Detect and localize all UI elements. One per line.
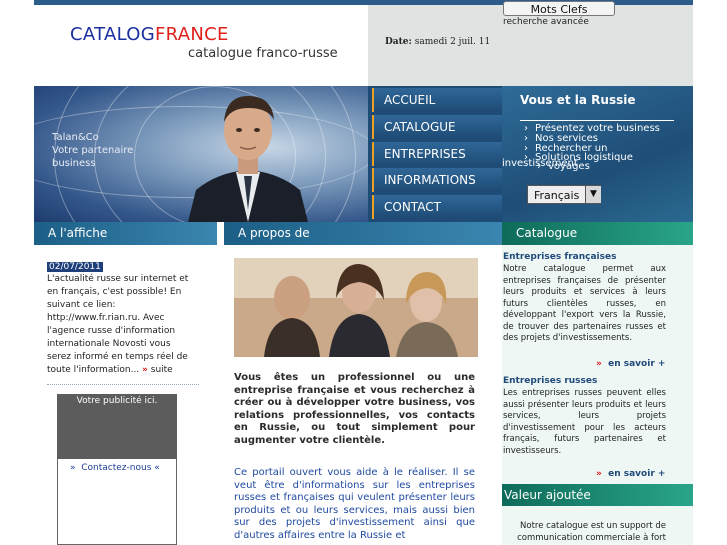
partner-text: Talan&Co Votre partenaire business — [52, 131, 133, 170]
catalogue-ru-more[interactable]: » en savoir + — [596, 469, 665, 479]
nav-accueil[interactable]: ACCUEIL — [372, 88, 502, 112]
nav-informations[interactable]: INFORMATIONS — [372, 168, 502, 192]
logo-france-text: FRANCE — [155, 24, 229, 45]
double-arrow-icon: » — [596, 359, 602, 369]
about-portal: Ce portail ouvert vous aide à le réalise… — [234, 467, 475, 541]
russia-divider — [520, 120, 674, 121]
catalogue-fr-text: Notre catalogue permet aux entreprises f… — [503, 264, 666, 343]
date-value: samedi 2 juil. 11 — [414, 37, 491, 47]
businessman-photo — [188, 96, 308, 222]
logo-catalog-text: CATALOG — [70, 24, 155, 45]
catalogue-fr-title[interactable]: Entreprises françaises — [503, 252, 616, 262]
nav-entreprises[interactable]: ENTREPRISES — [372, 142, 502, 166]
current-date: Date: samedi 2 juil. 11 — [385, 37, 490, 47]
section-affiche: A l'affiche — [34, 222, 217, 245]
section-apropos: A propos de — [224, 222, 502, 245]
contact-link[interactable]: Contactez-nous — [81, 463, 151, 473]
valeur-text: Notre catalogue est un support de commun… — [517, 521, 666, 543]
nav-contact[interactable]: CONTACT — [372, 195, 502, 219]
section-catalogue: Catalogue — [502, 222, 693, 245]
catalogue-ru-title[interactable]: Entreprises russes — [503, 376, 597, 386]
news-text: L'actualité russe sur internet et en fra… — [47, 274, 189, 375]
partner-line-1: Talan&Co — [52, 132, 99, 143]
russia-panel-title: Vous et la Russie — [520, 93, 636, 107]
nav-catalogue[interactable]: CATALOGUE — [372, 115, 502, 139]
catalogue-ru-text: Les entreprises russes peuvent elles aus… — [503, 388, 666, 456]
partner-line-3: business — [52, 158, 96, 169]
site-tagline: catalogue franco-russe — [188, 46, 338, 61]
partner-line-2: Votre partenaire — [52, 145, 134, 156]
site-logo[interactable]: CATALOGFRANCE — [70, 24, 229, 45]
contact-arrow-icon: » — [70, 463, 76, 473]
news-more-link[interactable]: suite — [151, 365, 173, 375]
advanced-search-link[interactable]: recherche avancée — [503, 17, 589, 27]
catalogue-ru-more-label[interactable]: en savoir + — [608, 469, 665, 479]
news-date: 02/07/2011 — [47, 262, 103, 272]
catalogue-fr-more-label[interactable]: en savoir + — [608, 359, 665, 369]
date-label: Date: — [385, 37, 412, 47]
ad-text: Votre publicité ici. — [76, 396, 158, 406]
contact-tail-icon: « — [154, 463, 160, 473]
about-intro: Vous êtes un professionnel ou une entrep… — [234, 372, 475, 446]
chevron-down-icon[interactable]: ▼ — [585, 186, 601, 203]
double-arrow-icon: » — [596, 469, 602, 479]
team-photo — [234, 258, 478, 357]
section-valeur: Valeur ajoutée — [502, 484, 693, 506]
russia-link-voyages[interactable]: voyages — [537, 162, 590, 172]
news-item: L'actualité russe sur internet et en fra… — [47, 273, 195, 377]
ad-contact[interactable]: » Contactez-nous « — [66, 461, 166, 476]
catalogue-fr-more[interactable]: » en savoir + — [596, 359, 665, 369]
left-divider — [47, 384, 199, 385]
keywords-button[interactable]: Mots Clefs — [503, 1, 615, 16]
double-arrow-icon: » — [142, 365, 148, 375]
